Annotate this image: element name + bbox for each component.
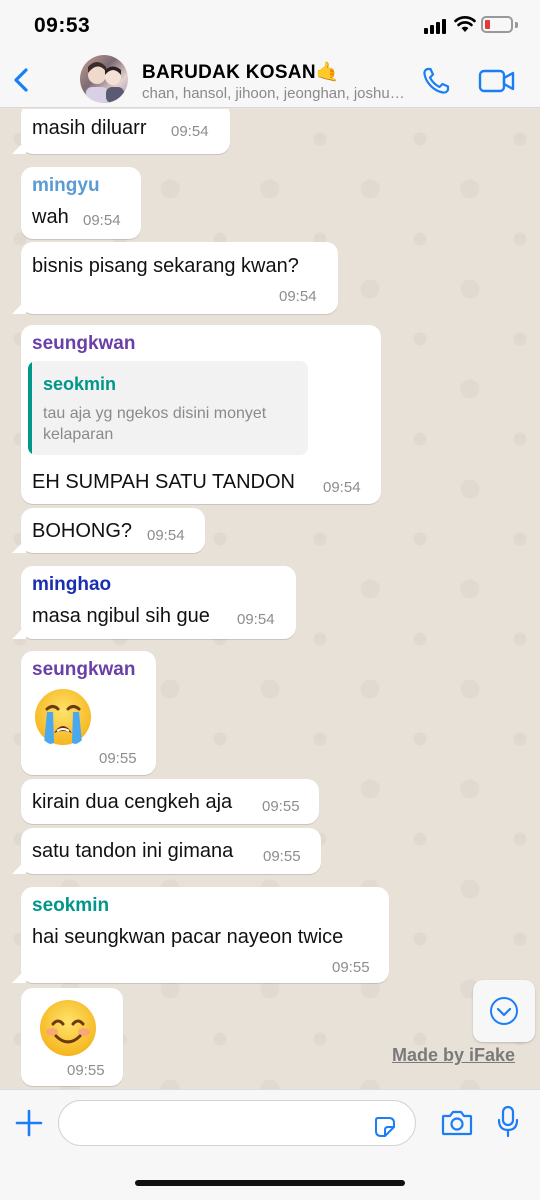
- quoted-sender: seokmin: [43, 374, 117, 394]
- plus-icon[interactable]: [14, 1108, 44, 1138]
- message-bubble[interactable]: BOHONG? 09:54: [12, 508, 205, 553]
- message-time: 09:55: [263, 848, 301, 865]
- message-text: hai seungkwan pacar nayeon twice: [32, 926, 344, 948]
- message-bubble[interactable]: seungkwan 09:55: [21, 651, 156, 775]
- watermark: Made by iFake: [392, 1045, 516, 1065]
- message-bubble[interactable]: seokmin hai seungkwan pacar nayeon twice…: [12, 887, 389, 983]
- chevron-left-icon[interactable]: [10, 64, 40, 96]
- message-input[interactable]: [58, 1100, 416, 1146]
- message-bubble[interactable]: 09:55: [21, 988, 123, 1086]
- sticker-icon[interactable]: [374, 1116, 396, 1138]
- message-time: 09:55: [262, 798, 300, 815]
- sender-name: seokmin: [32, 895, 110, 916]
- chat-members[interactable]: chan, hansol, jihoon, jeonghan, joshua, …: [142, 85, 410, 102]
- phone-icon[interactable]: [421, 66, 451, 96]
- message-time: 09:54: [171, 123, 209, 140]
- video-camera-icon[interactable]: [478, 68, 516, 94]
- message-bubble[interactable]: kirain dua cengkeh aja 09:55: [21, 779, 319, 824]
- message-bubble[interactable]: minghao masa ngibul sih gue 09:54: [12, 566, 296, 639]
- sender-name: minghao: [32, 574, 112, 595]
- message-text: satu tandon ini gimana: [32, 840, 234, 862]
- message-time: 09:54: [323, 479, 361, 496]
- microphone-icon[interactable]: [496, 1105, 520, 1139]
- sender-name: seungkwan: [32, 333, 136, 354]
- sender-name: mingyu: [32, 175, 100, 196]
- message-bubble[interactable]: satu tandon ini gimana 09:55: [12, 828, 321, 874]
- status-bar: 09:53: [0, 0, 540, 52]
- message-text: masih diluarr: [32, 117, 147, 139]
- chat-messages[interactable]: masih diluarr 09:54 mingyu wah 09:54 bis…: [0, 109, 540, 1089]
- message-time: 09:55: [99, 750, 137, 767]
- message-text: masa ngibul sih gue: [32, 605, 210, 627]
- message-text: wah: [32, 206, 69, 228]
- message-time: 09:55: [67, 1062, 105, 1079]
- battery-cap: [515, 22, 518, 28]
- chat-title[interactable]: BARUDAK KOSAN🤙: [142, 60, 340, 84]
- camera-icon[interactable]: [441, 1109, 473, 1137]
- message-text: BOHONG?: [32, 520, 133, 542]
- cellular-signal-icon: [424, 18, 448, 34]
- group-avatar[interactable]: [80, 55, 128, 103]
- status-time: 09:53: [34, 14, 91, 37]
- message-time: 09:55: [332, 959, 370, 976]
- quote-bar: [28, 361, 32, 455]
- message-time: 09:54: [279, 288, 317, 305]
- quoted-message[interactable]: seokmin tau aja yg ngekos disini monyet …: [28, 361, 308, 455]
- message-time: 09:54: [83, 212, 121, 229]
- message-text: EH SUMPAH SATU TANDON: [32, 471, 295, 493]
- message-text: bisnis pisang sekarang kwan?: [32, 255, 299, 277]
- battery-icon: [481, 16, 513, 33]
- message-bubble[interactable]: bisnis pisang sekarang kwan? 09:54: [12, 242, 338, 314]
- message-bubble[interactable]: mingyu wah 09:54: [21, 167, 141, 239]
- message-bubble[interactable]: seungkwan seokmin tau aja yg ngekos disi…: [21, 325, 381, 504]
- message-text: kirain dua cengkeh aja: [32, 791, 233, 813]
- message-time: 09:54: [237, 611, 275, 628]
- message-bubble[interactable]: masih diluarr 09:54: [12, 109, 230, 154]
- quoted-text: tau aja yg ngekos disini monyet kelapara…: [43, 405, 267, 443]
- home-indicator: [135, 1180, 405, 1186]
- sender-name: seungkwan: [32, 659, 136, 680]
- chat-header: BARUDAK KOSAN🤙 chan, hansol, jihoon, jeo…: [0, 52, 540, 108]
- wifi-icon: [454, 16, 476, 32]
- chevron-down-circle-icon: [490, 997, 518, 1025]
- loudly-crying-face-emoji: [35, 689, 91, 745]
- scroll-to-bottom-button[interactable]: [473, 980, 535, 1042]
- smiling-face-emoji: [40, 1000, 96, 1056]
- message-time: 09:54: [147, 527, 185, 544]
